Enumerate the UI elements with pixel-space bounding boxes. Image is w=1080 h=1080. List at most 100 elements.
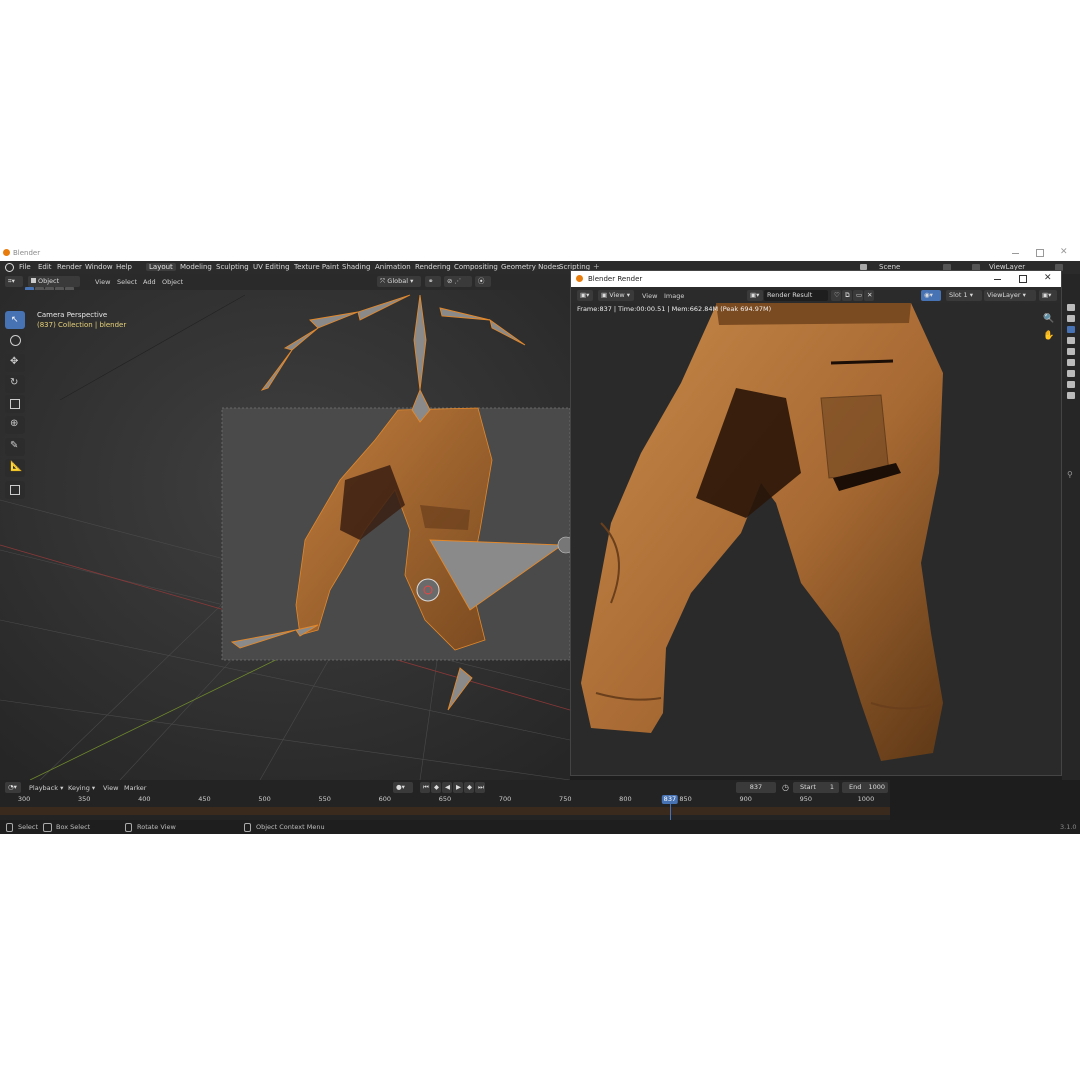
object-mode-dropdown[interactable]: Object Mode	[28, 276, 80, 296]
render-viewlayer-dropdown[interactable]: ViewLayer ▾	[984, 290, 1036, 301]
workspace-tab-animation[interactable]: Animation	[372, 263, 414, 271]
tool-add-cube[interactable]	[5, 481, 25, 499]
display-channels-dropdown[interactable]: ◉▾	[921, 290, 941, 301]
blender-menu-icon[interactable]	[5, 263, 14, 272]
menu-window[interactable]: Window	[85, 263, 113, 271]
frame-tick-label: 800	[619, 795, 632, 803]
prop-tab-render-icon[interactable]	[1067, 315, 1075, 322]
os-titlebar: Blender ✕	[0, 246, 1080, 261]
workspace-tab-modeling[interactable]: Modeling	[177, 263, 215, 271]
current-frame-field[interactable]: 837	[736, 782, 776, 793]
prop-tab-scene-icon[interactable]	[1067, 348, 1075, 355]
viewport-menu-view[interactable]: View	[95, 278, 110, 286]
prop-tab-tool-icon[interactable]	[1067, 304, 1075, 311]
render-result-field[interactable]: Render Result	[764, 290, 828, 301]
restore-icon[interactable]	[1036, 249, 1044, 257]
workspace-tab-compositing[interactable]: Compositing	[451, 263, 501, 271]
timeline-editor-type-button[interactable]: ◔▾	[5, 782, 21, 793]
prop-tab-data-icon[interactable]	[1067, 392, 1075, 399]
transform-orientation-dropdown[interactable]: ⤧ Global ▾	[377, 276, 421, 287]
end-value: 1000	[868, 783, 885, 791]
render-pass-dropdown[interactable]: ▣▾	[1039, 290, 1057, 301]
transform-icon: ⊕	[10, 418, 19, 429]
menu-edit[interactable]: Edit	[38, 263, 52, 271]
menu-file[interactable]: File	[19, 263, 31, 271]
image-editor-type-button[interactable]: ▣▾	[577, 290, 593, 301]
tool-annotate[interactable]: ✎	[5, 438, 25, 456]
prop-tab-view-layer-icon[interactable]	[1067, 337, 1075, 344]
render-menu-view[interactable]: View	[642, 292, 657, 300]
orientation-label: Global	[387, 277, 409, 285]
tool-measure[interactable]: 📐	[5, 459, 25, 477]
workspace-tab-uv-editing[interactable]: UV Editing	[250, 263, 293, 271]
play-icon[interactable]: ▶	[453, 782, 463, 793]
workspace-tab-shading[interactable]: Shading	[339, 263, 373, 271]
tool-move[interactable]: ✥	[5, 354, 25, 372]
render-viewlayer-label: ViewLayer	[987, 291, 1021, 299]
workspace-tab-sculpting[interactable]: Sculpting	[213, 263, 252, 271]
3d-viewport[interactable]: ↖ ✥ ↻ ⊕ ✎ 📐 Camera Perspective (837) Col…	[0, 290, 570, 780]
duplicate-image-icon[interactable]: ⧉	[842, 290, 852, 301]
start-frame-field[interactable]: Start 1	[793, 782, 839, 793]
frame-tick-label: 1000	[857, 795, 875, 803]
timeline-menu-marker[interactable]: Marker	[124, 784, 146, 792]
tool-rotate[interactable]: ↻	[5, 375, 25, 393]
zoom-icon[interactable]: 🔍	[1043, 314, 1054, 324]
end-frame-field[interactable]: End 1000	[842, 782, 888, 793]
tool-scale[interactable]	[5, 395, 25, 413]
viewport-menu-object[interactable]: Object	[162, 278, 183, 286]
cursor-arrow-icon: ↖	[11, 315, 19, 325]
viewport-menu-select[interactable]: Select	[117, 278, 137, 286]
menu-help[interactable]: Help	[116, 263, 132, 271]
render-close-icon[interactable]: ✕	[1044, 273, 1052, 283]
unlink-image-icon[interactable]: ✕	[864, 290, 874, 301]
pan-hand-icon[interactable]: ✋	[1043, 331, 1054, 341]
render-minimize-icon[interactable]	[994, 279, 1001, 280]
object-mode-icon	[31, 278, 36, 283]
editor-type-button[interactable]: ⌗▾	[5, 276, 23, 287]
timeline-menu-keying[interactable]: Keying ▾	[68, 784, 95, 792]
snap-icon[interactable]: ⊘ ⋰	[444, 276, 472, 287]
fake-user-icon[interactable]: ♡	[831, 290, 841, 301]
jump-next-key-icon[interactable]: ◆	[464, 782, 474, 793]
workspace-tab-geometry-nodes[interactable]: Geometry Nodes	[498, 263, 563, 271]
tool-cursor[interactable]	[5, 332, 25, 350]
jump-start-icon[interactable]: ⏮	[420, 782, 430, 793]
close-icon[interactable]: ✕	[1060, 247, 1068, 257]
render-maximize-icon[interactable]	[1019, 275, 1027, 283]
render-menu-image[interactable]: Image	[664, 292, 684, 300]
tool-transform[interactable]: ⊕	[5, 416, 25, 434]
timeline-menu-view[interactable]: View	[103, 784, 118, 792]
render-result-image[interactable]: Frame:837 | Time:00:00.51 | Mem:662.84M …	[571, 303, 1061, 775]
scale-icon	[10, 399, 20, 409]
open-image-icon[interactable]: ▭	[853, 290, 863, 301]
blender-app: Blender ✕ File Edit Render Window Help L…	[0, 246, 1080, 834]
prop-tab-output-icon[interactable]	[1067, 326, 1075, 333]
preview-range-icon[interactable]: ◷	[782, 783, 789, 792]
timeline-menu-playback[interactable]: Playback ▾	[29, 784, 63, 792]
proportional-edit-icon[interactable]: ⦿	[475, 276, 491, 287]
frame-tick-label: 950	[799, 795, 813, 803]
image-view-mode-dropdown[interactable]: ▣ View ▾	[598, 290, 634, 301]
prop-tab-object-icon[interactable]	[1067, 370, 1075, 377]
workspace-tab-texture-paint[interactable]: Texture Paint	[291, 263, 342, 271]
jump-prev-key-icon[interactable]: ◆	[431, 782, 441, 793]
slot-dropdown[interactable]: Slot 1 ▾	[946, 290, 982, 301]
prop-tab-modifier-icon[interactable]	[1067, 381, 1075, 388]
viewport-menu-add[interactable]: Add	[143, 278, 156, 286]
minimize-icon[interactable]	[1012, 253, 1019, 254]
tool-select-box[interactable]: ↖	[5, 311, 25, 329]
workspace-tab-rendering[interactable]: Rendering	[412, 263, 454, 271]
pin-icon[interactable]: ⚲	[1067, 470, 1073, 479]
image-browse-button[interactable]: ▣▾	[747, 290, 763, 301]
menu-render[interactable]: Render	[57, 263, 82, 271]
3d-cursor-icon[interactable]	[416, 578, 440, 602]
auto-keying-button[interactable]: ●▾	[393, 782, 413, 793]
pivot-icon[interactable]: ⚭	[425, 276, 441, 287]
timeline-right-area	[890, 780, 1080, 820]
jump-end-icon[interactable]: ⏭	[475, 782, 485, 793]
play-reverse-icon[interactable]: ◀	[442, 782, 452, 793]
prop-tab-world-icon[interactable]	[1067, 359, 1075, 366]
render-logo-icon	[576, 275, 583, 282]
workspace-tab-layout[interactable]: Layout	[146, 263, 176, 271]
